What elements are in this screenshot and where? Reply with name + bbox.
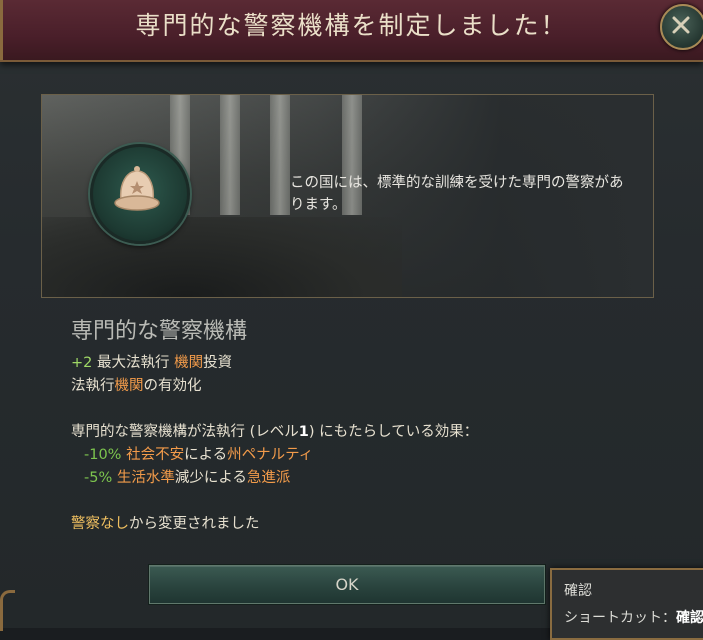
frame-ornament <box>0 0 23 60</box>
frame-ornament <box>0 590 15 631</box>
effect-link[interactable]: 急進派 <box>247 470 291 486</box>
effect-text: 法執行 <box>71 378 115 394</box>
tooltip-title: 確認 <box>564 583 592 599</box>
policy-badge <box>90 144 190 244</box>
event-title: 専門的な警察機構を制定しました！ <box>135 11 568 40</box>
effect-value: -10% <box>84 447 122 463</box>
effect-link[interactable]: 機関 <box>174 355 203 371</box>
police-helmet-icon <box>114 166 160 211</box>
illustration-column <box>220 95 240 215</box>
effect-value: -5% <box>84 470 113 486</box>
illustration-crowd <box>42 217 402 297</box>
effects-section: 専門的な警察機構 +2 最大法執行 機関投資 法執行機関の有効化 専門的な警察機… <box>71 316 651 536</box>
intro-text: 専門的な警察機構が法執行 (レベル <box>71 424 299 440</box>
shortcut-label: ショートカット： <box>564 610 676 626</box>
shortcut-key: 確認 <box>676 610 703 626</box>
effect-link[interactable]: 生活水準 <box>112 470 175 486</box>
level-effect-item: -10% 社会不安による州ペナルティ <box>71 444 651 467</box>
tooltip-shortcut: ショートカット：確認 <box>564 607 703 627</box>
previous-law-link[interactable]: 警察なし <box>71 516 129 532</box>
changed-from-line: 警察なしから変更されました <box>71 513 651 536</box>
intro-level: 1 <box>298 424 309 440</box>
effect-link[interactable]: 社会不安 <box>121 447 184 463</box>
title-bar: 専門的な警察機構を制定しました！ <box>0 0 703 62</box>
event-description: この国には、標準的な訓練を受けた専門の警察があります。 <box>290 175 624 213</box>
effect-text: の有効化 <box>143 378 202 394</box>
law-heading: 専門的な警察機構 <box>71 319 248 344</box>
effect-text: による <box>184 447 228 463</box>
level-effect-item: -5% 生活水準減少による急進派 <box>71 467 651 490</box>
changed-from-text: から変更されました <box>129 516 260 532</box>
close-button[interactable] <box>660 4 703 50</box>
effect-link[interactable]: 州ペナルティ <box>227 447 313 463</box>
effect-line: 法執行機関の有効化 <box>71 375 651 398</box>
ok-button[interactable]: OK <box>149 565 545 604</box>
intro-text: ) にもたらしている効果： <box>308 424 479 440</box>
effect-link[interactable]: 機関 <box>115 378 144 394</box>
illustration-column <box>270 95 290 215</box>
effect-text: 減少による <box>174 470 247 486</box>
level-effects-intro: 専門的な警察機構が法執行 (レベル1) にもたらしている効果： <box>71 421 651 444</box>
effect-text: 投資 <box>203 355 233 371</box>
ok-tooltip: 確認 ショートカット：確認 <box>550 568 703 640</box>
close-icon <box>672 16 690 34</box>
effect-line: +2 最大法執行 機関投資 <box>71 352 651 375</box>
effect-value: +2 <box>71 355 93 371</box>
effect-text: 最大法執行 <box>92 355 175 371</box>
